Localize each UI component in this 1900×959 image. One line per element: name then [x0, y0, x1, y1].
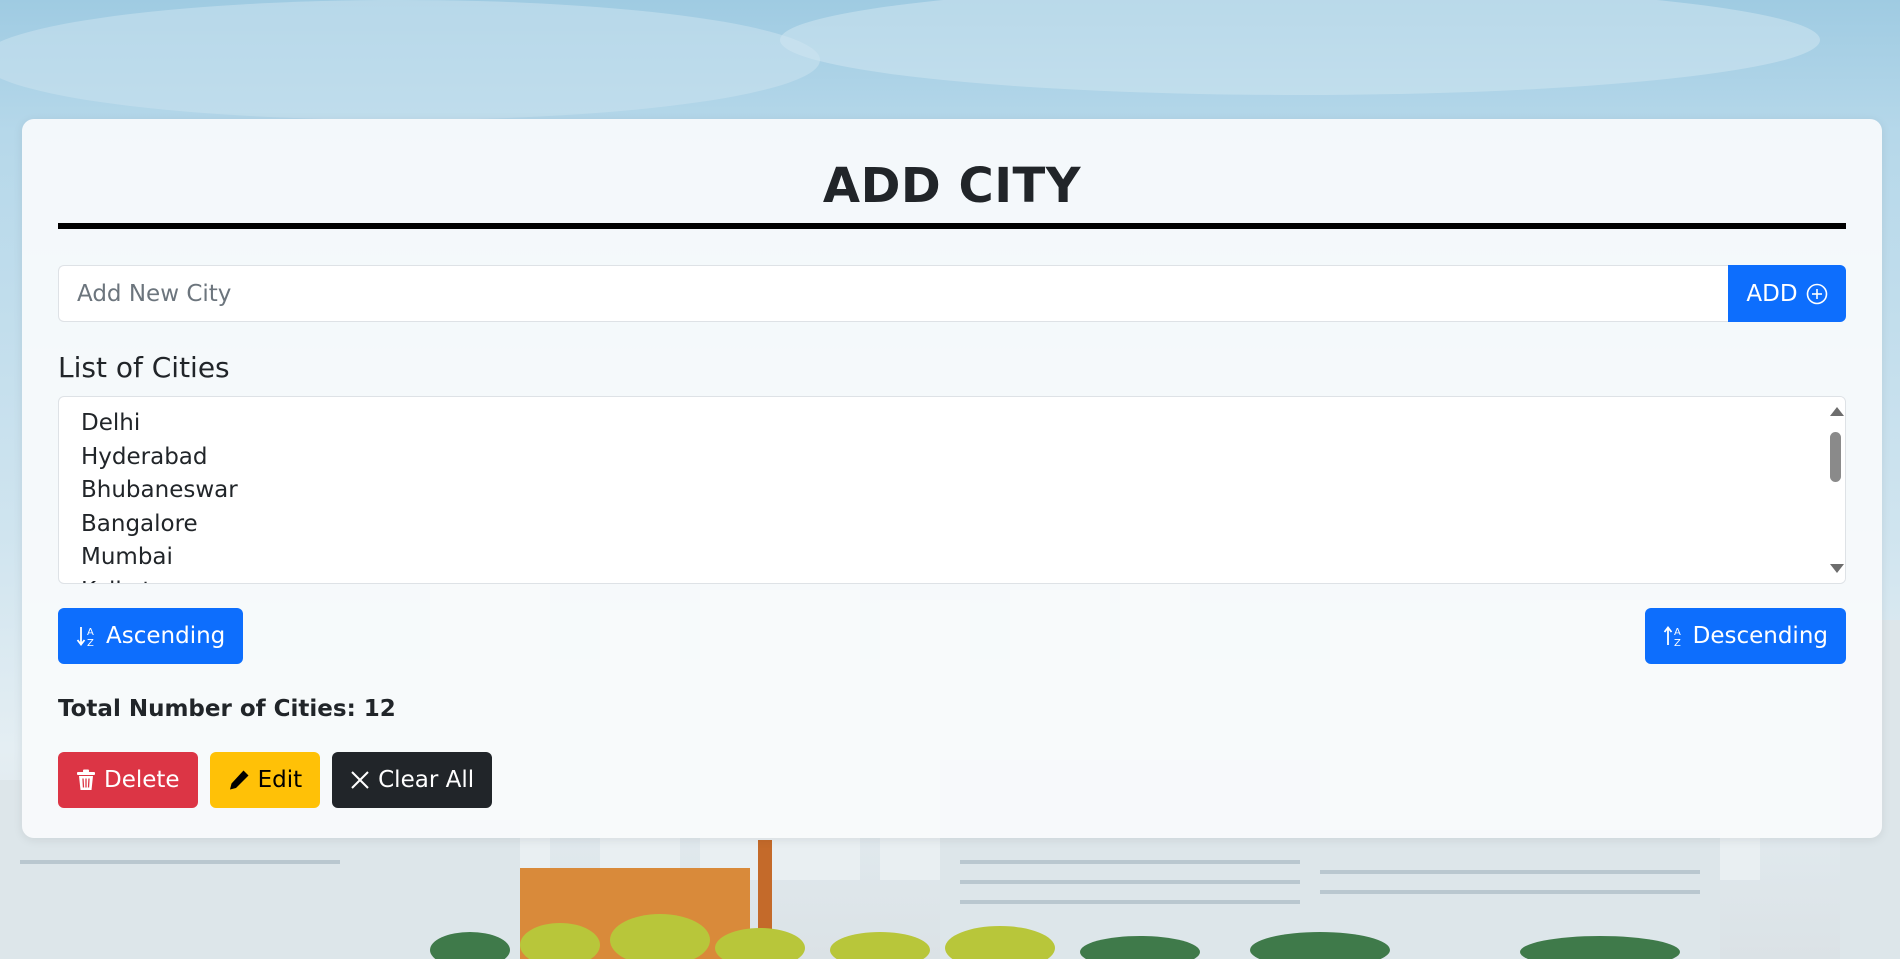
- clear-all-button[interactable]: Clear All: [332, 752, 493, 808]
- trash-icon: [76, 769, 96, 791]
- svg-text:A: A: [1674, 627, 1681, 638]
- descending-label: Descending: [1692, 623, 1828, 649]
- title-divider: [58, 223, 1846, 229]
- sort-alpha-up-icon: A Z: [1663, 624, 1685, 648]
- plus-circle-icon: [1806, 283, 1828, 305]
- add-button-label: ADD: [1746, 280, 1798, 307]
- clear-all-label: Clear All: [378, 767, 475, 793]
- edit-label: Edit: [257, 767, 303, 793]
- sort-controls: A Z Ascending A Z Descending: [58, 608, 1846, 664]
- city-list-item[interactable]: Mumbai: [81, 541, 1823, 575]
- sort-alpha-down-icon: A Z: [76, 624, 98, 648]
- action-buttons: Delete Edit Clear All: [58, 752, 1846, 808]
- city-list[interactable]: Delhi Hyderabad Bhubaneswar Bangalore Mumbai…: [58, 396, 1846, 584]
- new-city-input[interactable]: [58, 265, 1728, 322]
- delete-button[interactable]: Delete: [58, 752, 198, 808]
- list-heading: List of Cities: [58, 351, 230, 384]
- scroll-down-arrow-icon[interactable]: [1830, 564, 1844, 573]
- x-icon: [350, 770, 370, 790]
- svg-text:Z: Z: [1674, 638, 1681, 648]
- pencil-icon: [228, 769, 250, 791]
- delete-label: Delete: [104, 767, 180, 793]
- page-title: ADD CITY: [822, 158, 1082, 214]
- add-city-button[interactable]: ADD: [1728, 265, 1846, 322]
- sort-descending-button[interactable]: A Z Descending: [1644, 608, 1846, 664]
- add-city-card: ADD CITY ADD List of Cities DelhiHyderab…: [22, 119, 1882, 838]
- city-list-item[interactable]: Delhi: [81, 407, 1823, 441]
- scroll-up-arrow-icon[interactable]: [1830, 407, 1844, 416]
- ascending-label: Ascending: [106, 623, 226, 649]
- total-cities-count: Total Number of Cities: 12: [58, 696, 396, 722]
- city-list-scrollbar[interactable]: [1825, 397, 1845, 583]
- svg-text:Z: Z: [87, 638, 94, 648]
- city-list-item[interactable]: Bhubaneswar: [81, 474, 1823, 508]
- city-list-item[interactable]: Hyderabad: [81, 441, 1823, 475]
- edit-button[interactable]: Edit: [209, 752, 321, 808]
- svg-text:A: A: [87, 627, 94, 638]
- scrollbar-thumb[interactable]: [1830, 432, 1841, 482]
- sort-ascending-button[interactable]: A Z Ascending: [58, 608, 244, 664]
- city-list-item[interactable]: Bangalore: [81, 508, 1823, 542]
- city-list-item[interactable]: Kolkata: [81, 575, 1823, 584]
- add-city-form: ADD: [58, 265, 1846, 322]
